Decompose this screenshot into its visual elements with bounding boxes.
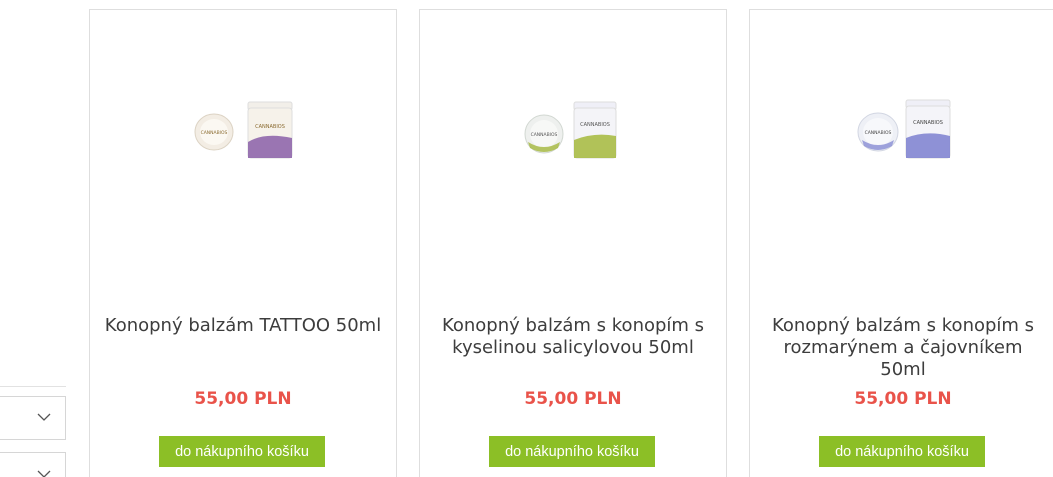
add-to-cart-button[interactable]: do nákupního košíku <box>819 436 985 467</box>
product-image[interactable]: CANNABIOS CANNABIOS <box>90 10 396 260</box>
filter-dropdown[interactable] <box>0 396 66 440</box>
product-listing-page: CANNABIOS CANNABIOS Konopný balzám TATTO… <box>0 0 1053 477</box>
product-photo: CANNABIOS CANNABIOS <box>524 101 617 159</box>
product-card: CANNABIOS CANNABIOS Konopný balzám TATTO… <box>89 9 397 477</box>
product-name[interactable]: Konopný balzám s konopím s rozmarýnem a … <box>760 315 1046 381</box>
add-to-cart-button[interactable]: do nákupního košíku <box>159 436 325 467</box>
svg-text:CANNABIOS: CANNABIOS <box>531 132 558 138</box>
chevron-down-icon <box>37 413 51 421</box>
product-card: CANNABIOS CANNABIOS Konopný balzám s kon… <box>419 9 727 477</box>
svg-text:CANNABIOS: CANNABIOS <box>255 124 285 130</box>
chevron-down-icon <box>37 470 51 477</box>
jar-accent <box>248 135 292 158</box>
product-image[interactable]: CANNABIOS CANNABIOS <box>750 10 1053 260</box>
add-to-cart-button[interactable]: do nákupního košíku <box>489 436 655 467</box>
product-name[interactable]: Konopný balzám s konopím s kyselinou sal… <box>430 315 716 359</box>
jar-accent <box>906 133 950 158</box>
svg-text:CANNABIOS: CANNABIOS <box>201 130 228 136</box>
filter-dropdown[interactable] <box>0 452 66 477</box>
product-price: 55,00 PLN <box>854 389 952 409</box>
product-name[interactable]: Konopný balzám TATTOO 50ml <box>100 315 386 337</box>
product-photo: CANNABIOS CANNABIOS <box>857 99 951 159</box>
sidebar-divider <box>0 386 66 387</box>
jar-accent <box>574 134 616 158</box>
svg-text:CANNABIOS: CANNABIOS <box>865 130 892 136</box>
product-price: 55,00 PLN <box>194 389 292 409</box>
product-image[interactable]: CANNABIOS CANNABIOS <box>420 10 726 260</box>
svg-text:CANNABIOS: CANNABIOS <box>580 122 610 128</box>
product-photo: CANNABIOS CANNABIOS <box>194 101 293 159</box>
product-card: CANNABIOS CANNABIOS Konopný balzám s kon… <box>749 9 1053 477</box>
svg-text:CANNABIOS: CANNABIOS <box>913 120 943 126</box>
product-price: 55,00 PLN <box>524 389 622 409</box>
